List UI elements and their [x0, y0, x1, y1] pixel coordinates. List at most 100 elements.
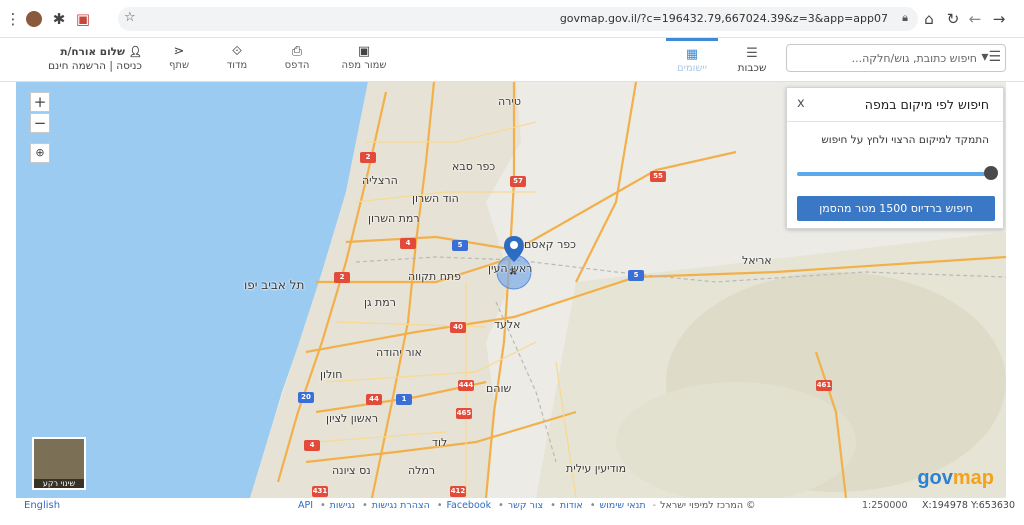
road-shield: 2 — [334, 272, 350, 283]
footer-link-accessibility-statement[interactable]: הצהרת נגישות — [372, 500, 430, 511]
user-area: 👤︎ שלום אורח/ת כניסה | הרשמה חינם — [22, 45, 142, 73]
search-menu-icon[interactable]: ☰▾ — [981, 49, 1001, 65]
panel-divider — [787, 121, 1003, 122]
user-name: שלום אורח/ת — [60, 46, 125, 58]
footer-link-accessibility[interactable]: נגישות — [330, 500, 355, 511]
road-shield: 444 — [458, 380, 474, 391]
more-vert-icon[interactable]: ⋮ — [4, 10, 22, 28]
place-ramla: רמלה — [408, 464, 436, 477]
search-box: ☰▾ — [786, 44, 1006, 72]
extension-avatar-icon[interactable] — [26, 11, 42, 27]
road-shield: 20 — [298, 392, 314, 403]
save-map-label: שמור מפה — [341, 60, 387, 71]
road-shield: 4 — [400, 238, 416, 249]
footer-link-api[interactable]: API — [298, 500, 313, 511]
footer-link-terms[interactable]: תנאי שימוש — [599, 500, 645, 511]
footer-link-contact[interactable]: צור קשר — [508, 500, 543, 511]
map-scale: 1:250000 — [862, 500, 908, 511]
url-text[interactable]: govmap.gov.il/?c=196432.79,667024.39&z=3… — [560, 12, 888, 25]
place-or-yehuda: אור יהודה — [376, 346, 422, 359]
basemap-caption: שינוי רקע — [34, 479, 84, 488]
road-shield: 2 — [360, 152, 376, 163]
road-shield: 1 — [396, 394, 412, 405]
place-ariel: אריאל — [742, 254, 772, 267]
print-button[interactable]: ⎙ הדפס — [270, 44, 324, 71]
place-holon: חולון — [320, 368, 343, 381]
place-ramat-hasharon: רמת השרון — [368, 212, 420, 225]
road-shield: 465 — [456, 408, 472, 419]
place-lod: לוד — [432, 436, 448, 449]
home-icon[interactable]: ⌂ — [920, 10, 938, 28]
logo-part-b: map — [952, 467, 994, 489]
tab-apps-label: יישומים — [677, 63, 707, 74]
map-marker-icon[interactable] — [504, 236, 524, 262]
tab-layers-label: שכבות — [737, 62, 767, 74]
floppy-disk-icon: ▣ — [357, 44, 371, 59]
tab-apps[interactable]: ▦ יישומים — [666, 38, 718, 82]
place-ramat-gan: רמת גן — [364, 296, 396, 309]
share-label: שתף — [168, 60, 190, 71]
measure-button[interactable]: ⟐ מדוד — [210, 44, 264, 71]
lock-icon[interactable]: 🔒︎ — [902, 11, 908, 25]
search-input[interactable] — [817, 49, 977, 67]
browser-toolbar: ⋮ ✱ ▣ ☆ govmap.gov.il/?c=196432.79,66702… — [0, 0, 1024, 38]
radius-slider-handle[interactable] — [984, 166, 998, 180]
user-icon: 👤︎ — [128, 46, 142, 58]
panel-instructions: התמקד למיקום הרצוי ולחץ על חיפוש — [821, 134, 989, 146]
govmap-logo: govmap — [917, 467, 994, 490]
measure-label: מדוד — [226, 60, 248, 71]
reload-icon[interactable]: ↻ — [944, 10, 962, 28]
place-rishon: ראשון לציון — [326, 412, 379, 425]
printer-icon: ⎙ — [291, 44, 303, 59]
place-kfar-qasem: כפר קאסם — [524, 238, 576, 251]
place-kfar-saba: כפר סבא — [452, 160, 496, 173]
place-tira: טירה — [498, 95, 521, 108]
road-shield: 57 — [510, 176, 526, 187]
logo-part-a: gov — [917, 467, 953, 489]
footer-link-facebook[interactable]: Facebook — [446, 500, 491, 511]
place-petah-tikva: פתח תקווה — [408, 270, 461, 283]
basemap-switcher[interactable]: שינוי רקע — [32, 437, 86, 490]
road-shield: 55 — [650, 171, 666, 182]
zoom-out-button[interactable]: − — [30, 113, 50, 133]
place-hod-hasharon: הוד השרון — [412, 192, 459, 205]
footer: English © המרכז למיפוי ישראל- תנאי שימוש… — [0, 498, 1024, 525]
radius-slider-track[interactable] — [797, 172, 993, 176]
address-bar[interactable]: ☆ govmap.gov.il/?c=196432.79,667024.39&z… — [118, 7, 918, 31]
login-links[interactable]: כניסה | הרשמה חינם — [22, 59, 142, 73]
footer-link-about[interactable]: אודות — [560, 500, 583, 511]
location-search-panel: חיפוש לפי מיקום במפה x התמקד למיקום הרצו… — [786, 87, 1004, 229]
tab-layers[interactable]: ☰ שכבות — [726, 38, 778, 82]
extensions-puzzle-icon[interactable]: ✱ — [50, 10, 68, 28]
place-nes-ziona: נס ציונה — [332, 464, 371, 477]
place-modiin-illit: מודיעין עילית — [566, 462, 627, 475]
copyright-text: © המרכז למיפוי ישראל — [660, 500, 756, 511]
cursor-coordinates: X:194978 Y:653630 — [922, 500, 1016, 511]
road-shield: 5 — [452, 240, 468, 251]
forward-icon[interactable]: ← — [966, 10, 984, 28]
english-link[interactable]: English — [24, 500, 60, 511]
share-icon: ⋖ — [173, 44, 185, 59]
measure-icon: ⟐ — [231, 44, 243, 59]
pdf-extension-icon[interactable]: ▣ — [74, 10, 92, 28]
share-button[interactable]: ⋖ שתף — [152, 44, 206, 71]
road-shield: 44 — [366, 394, 382, 405]
place-tel-aviv: תל אביב יפו — [244, 278, 305, 292]
road-shield: 5 — [628, 270, 644, 281]
road-shield: 40 — [450, 322, 466, 333]
print-label: הדפס — [284, 60, 310, 71]
save-map-button[interactable]: ▣ שמור מפה — [334, 44, 394, 71]
radius-search-button[interactable]: חיפוש ברדיוס 1500 מטר מהסמן — [797, 196, 995, 221]
close-icon[interactable]: x — [797, 96, 805, 111]
bookmark-star-icon[interactable]: ☆ — [124, 10, 136, 25]
zoom-in-button[interactable]: + — [30, 92, 50, 112]
road-shield: 412 — [450, 486, 466, 497]
place-shoham: שוהם — [486, 382, 512, 395]
road-shield: 431 — [312, 486, 328, 497]
place-elad: אלעד — [494, 318, 521, 331]
place-herzliya: הרצליה — [362, 174, 398, 187]
footer-links: © המרכז למיפוי ישראל- תנאי שימוש• אודות•… — [298, 500, 756, 511]
back-icon[interactable]: → — [990, 10, 1008, 28]
app-toolbar: 👤︎ שלום אורח/ת כניסה | הרשמה חינם ⋖ שתף … — [0, 38, 1024, 82]
zoom-search-icon[interactable]: ⊕ — [30, 143, 50, 163]
